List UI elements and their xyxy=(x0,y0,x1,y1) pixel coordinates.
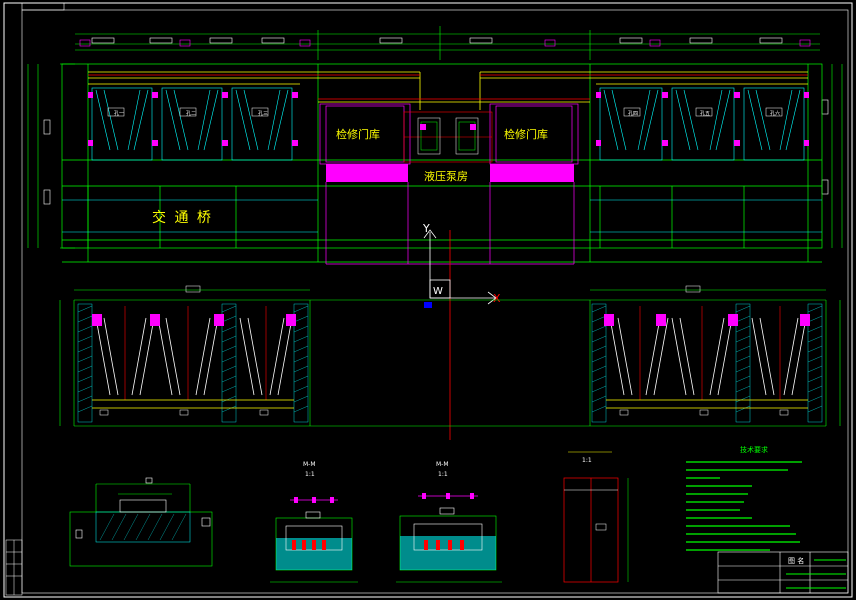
plan-view: 交 通 桥 检修门库 检修门库 液压泵房 孔一 孔二 孔三 孔四 孔五 孔六 xyxy=(27,26,843,265)
section-a-title: M-M xyxy=(303,461,316,468)
label-access-bridge: 交 通 桥 xyxy=(152,209,213,226)
titleblock-label: 图 名 xyxy=(788,556,804,565)
label-maint-gate-right: 检修门库 xyxy=(504,127,548,141)
corner-label-box xyxy=(21,2,65,11)
ucs-axis-icon: Y X W xyxy=(422,222,501,440)
detail-scale: 1:1 xyxy=(582,457,592,464)
detail-gate-panel: 1:1 xyxy=(563,451,629,583)
hydraulic-room-band-left xyxy=(326,164,408,182)
axis-x-label: X xyxy=(493,292,501,305)
drawing-inner-border xyxy=(21,9,849,594)
left-margin-strip xyxy=(5,539,23,596)
axis-w-label: W xyxy=(433,286,443,297)
detail-section-a: M-M 1:1 xyxy=(270,461,358,583)
cad-drawing-canvas[interactable]: 交 通 桥 检修门库 检修门库 液压泵房 孔一 孔二 孔三 孔四 孔五 孔六 Y X W xyxy=(0,0,856,600)
detail-anchor-plan xyxy=(69,477,213,567)
svg-text:孔四: 孔四 xyxy=(628,110,638,117)
section-a-scale: 1:1 xyxy=(305,471,315,478)
svg-text:孔五: 孔五 xyxy=(700,110,710,117)
svg-text:孔二: 孔二 xyxy=(186,110,196,117)
label-hydraulic-room: 液压泵房 xyxy=(424,169,468,183)
section-b-scale: 1:1 xyxy=(438,471,448,478)
title-block: 图 名 xyxy=(717,551,849,594)
tech-notes: 技术要求 xyxy=(686,445,802,551)
axis-y-label: Y xyxy=(422,222,430,235)
label-maint-gate-left: 检修门库 xyxy=(336,127,380,141)
section-b-title: M-M xyxy=(436,461,449,468)
right-gate-bays xyxy=(599,87,805,161)
svg-text:孔一: 孔一 xyxy=(114,110,124,117)
detail-section-b: M-M 1:1 xyxy=(396,461,502,583)
tech-notes-title: 技术要求 xyxy=(740,445,768,454)
svg-text:孔三: 孔三 xyxy=(258,110,268,117)
left-gate-bays xyxy=(91,87,293,161)
hydraulic-room-band-right xyxy=(490,164,574,182)
svg-text:孔六: 孔六 xyxy=(770,110,780,117)
